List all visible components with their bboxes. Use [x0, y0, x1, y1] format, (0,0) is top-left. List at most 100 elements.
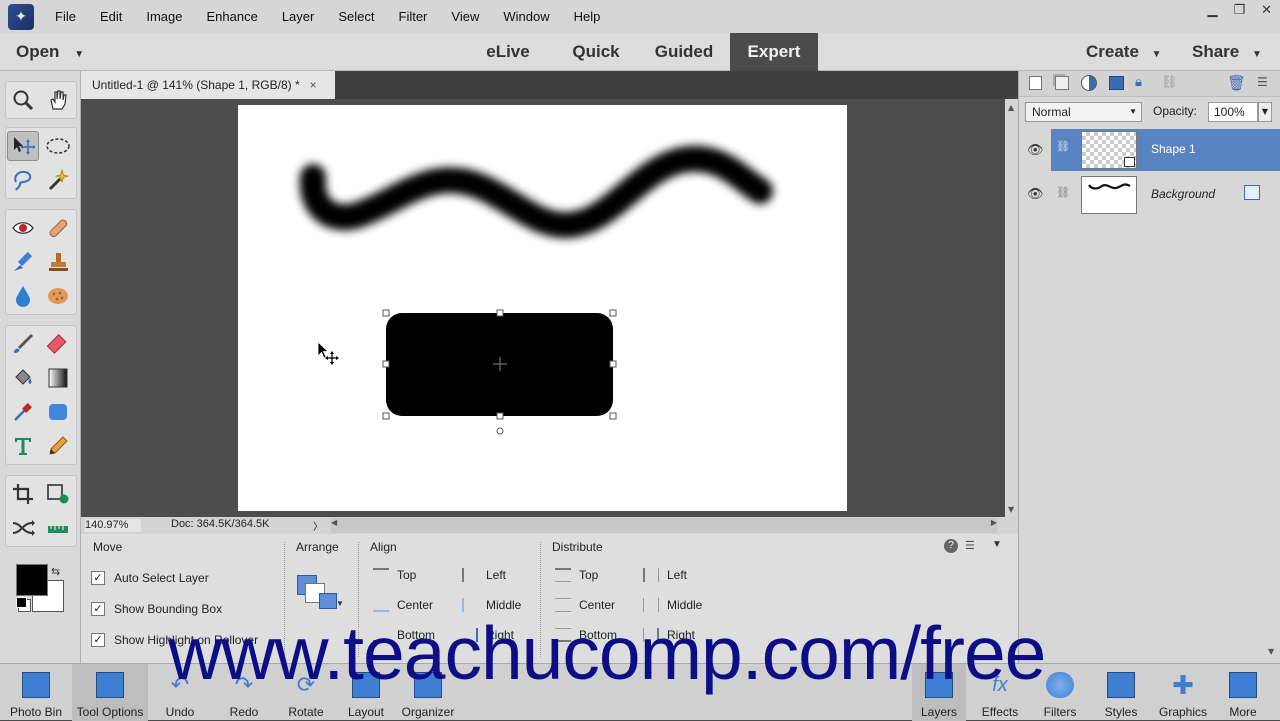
- document-canvas[interactable]: [238, 105, 847, 511]
- scroll-down-icon[interactable]: ▼: [1008, 505, 1014, 514]
- layer-visibility-eye-icon[interactable]: 👁︎: [1027, 187, 1044, 202]
- marquee-tool-icon[interactable]: [42, 131, 74, 161]
- arrange-dropdown[interactable]: ▼: [297, 573, 345, 613]
- menu-edit[interactable]: Edit: [89, 9, 135, 24]
- collapse-options-icon[interactable]: ▼: [992, 539, 1002, 550]
- tool-options-button[interactable]: Tool Options: [72, 664, 148, 721]
- close-tab-icon[interactable]: ×: [310, 78, 317, 92]
- healing-brush-tool-icon[interactable]: [42, 213, 74, 243]
- brush-tool-icon[interactable]: [7, 329, 39, 359]
- lasso-tool-icon[interactable]: [7, 165, 39, 195]
- distribute-center-button[interactable]: Center: [555, 598, 615, 612]
- menu-layer[interactable]: Layer: [271, 9, 328, 24]
- align-left-button[interactable]: Left: [462, 568, 506, 582]
- default-colors-icon[interactable]: [16, 597, 27, 608]
- eraser-tool-icon[interactable]: [42, 329, 74, 359]
- share-button[interactable]: Share ▼: [1192, 33, 1274, 71]
- layer-mask-icon[interactable]: [1109, 76, 1124, 90]
- status-expand-icon[interactable]: 〉: [313, 518, 323, 533]
- open-button[interactable]: Open ▼: [16, 33, 86, 71]
- document-tab[interactable]: Untitled-1 @ 141% (Shape 1, RGB/8) * ×: [81, 71, 335, 99]
- layer-visibility-eye-icon[interactable]: 👁︎: [1027, 143, 1044, 158]
- menu-select[interactable]: Select: [327, 9, 387, 24]
- tab-guided[interactable]: Guided: [650, 33, 718, 71]
- content-aware-move-tool-icon[interactable]: [7, 513, 39, 543]
- align-top-button[interactable]: Top: [373, 568, 416, 582]
- type-tool-icon[interactable]: [7, 431, 39, 461]
- brush-stroke-wave: [299, 145, 773, 238]
- recompose-tool-icon[interactable]: [42, 479, 74, 509]
- new-group-icon[interactable]: [1055, 76, 1069, 90]
- menu-enhance[interactable]: Enhance: [196, 9, 271, 24]
- layer-row-shape-1[interactable]: ⛓ Shape 1: [1051, 129, 1280, 171]
- help-icon[interactable]: ?: [944, 539, 958, 553]
- crop-tool-icon[interactable]: [7, 479, 39, 509]
- auto-select-layer-checkbox[interactable]: ✓: [91, 571, 105, 585]
- more-button[interactable]: More: [1218, 664, 1268, 721]
- close-window-button[interactable]: ✕: [1261, 3, 1272, 18]
- menu-window[interactable]: Window: [492, 9, 562, 24]
- horizontal-scrollbar[interactable]: ◀ ▶: [331, 518, 997, 533]
- tab-quick[interactable]: Quick: [564, 33, 628, 71]
- panel-scroll-down-icon[interactable]: ▼: [1268, 647, 1274, 656]
- menu-file[interactable]: File: [44, 9, 89, 24]
- open-dropdown-icon[interactable]: ▼: [74, 49, 84, 60]
- scroll-left-icon[interactable]: ◀: [331, 518, 337, 527]
- menu-help[interactable]: Help: [563, 9, 614, 24]
- magic-wand-tool-icon[interactable]: [42, 165, 74, 195]
- clone-stamp-tool-icon[interactable]: [42, 247, 74, 277]
- distribute-top-button[interactable]: Top: [555, 568, 598, 582]
- move-tool-icon[interactable]: [7, 131, 39, 161]
- gradient-tool-icon[interactable]: [42, 363, 74, 393]
- canvas-area[interactable]: [81, 99, 1005, 517]
- align-center-button[interactable]: Center: [373, 598, 433, 612]
- delete-layer-icon[interactable]: 🗑︎: [1227, 74, 1246, 92]
- align-middle-button[interactable]: Middle: [462, 598, 521, 612]
- eyedropper-tool-icon[interactable]: [7, 397, 39, 427]
- show-highlight-checkbox[interactable]: ✓: [91, 633, 105, 647]
- show-bounding-box-checkbox[interactable]: ✓: [91, 602, 105, 616]
- paint-bucket-tool-icon[interactable]: [7, 363, 39, 393]
- zoom-tool-icon[interactable]: [7, 85, 39, 115]
- straighten-tool-icon[interactable]: [42, 513, 74, 543]
- opacity-dropdown-icon[interactable]: ▼: [1258, 102, 1272, 122]
- red-eye-tool-icon[interactable]: [7, 213, 39, 243]
- distribute-left-button[interactable]: Left: [643, 568, 687, 582]
- layer-link-icon[interactable]: ⛓: [1056, 186, 1070, 199]
- shape-tool-icon[interactable]: [42, 397, 74, 427]
- blend-mode-dropdown[interactable]: Normal ▼: [1025, 102, 1142, 122]
- styles-button[interactable]: Styles: [1094, 664, 1148, 721]
- hand-tool-icon[interactable]: [42, 85, 74, 115]
- blur-tool-icon[interactable]: [7, 281, 39, 311]
- menu-filter[interactable]: Filter: [388, 9, 441, 24]
- foreground-color-swatch[interactable]: [16, 564, 48, 596]
- pencil-tool-icon[interactable]: [42, 431, 74, 461]
- new-layer-icon[interactable]: [1029, 76, 1042, 90]
- menu-view[interactable]: View: [440, 9, 492, 24]
- tab-expert[interactable]: Expert: [730, 33, 818, 71]
- swap-colors-icon[interactable]: ⇆: [51, 565, 60, 578]
- layer-link-icon[interactable]: ⛓: [1056, 140, 1070, 153]
- create-button[interactable]: Create ▼: [1086, 33, 1176, 71]
- lock-all-icon[interactable]: 🔒︎: [1135, 75, 1142, 90]
- opacity-input[interactable]: 100%: [1208, 102, 1258, 122]
- photo-bin-button[interactable]: Photo Bin: [4, 664, 68, 721]
- graphics-button[interactable]: ✚ Graphics: [1152, 664, 1214, 721]
- panel-menu-icon[interactable]: ☰: [1257, 75, 1268, 89]
- sponge-tool-icon[interactable]: [42, 281, 74, 311]
- restore-button[interactable]: ❐: [1233, 3, 1245, 18]
- scroll-right-icon[interactable]: ▶: [991, 518, 997, 527]
- tab-elive[interactable]: eLive: [478, 33, 538, 71]
- minimize-button[interactable]: ▁: [1207, 3, 1217, 18]
- zoom-level-field[interactable]: 140.97%: [85, 519, 141, 532]
- scroll-up-icon[interactable]: ▲: [1008, 103, 1014, 112]
- menu-image[interactable]: Image: [135, 9, 195, 24]
- background-lock-icon[interactable]: [1244, 185, 1260, 200]
- layer-row-background[interactable]: ⛓ Background: [1051, 173, 1280, 217]
- vertical-scrollbar[interactable]: ▲ ▼: [1005, 99, 1018, 517]
- distribute-middle-button[interactable]: Middle: [643, 598, 702, 612]
- options-menu-icon[interactable]: ☰: [965, 539, 975, 552]
- lock-transparent-icon[interactable]: ⛓: [1161, 75, 1178, 90]
- smart-brush-tool-icon[interactable]: [7, 247, 39, 277]
- adjustment-layer-icon[interactable]: [1081, 75, 1097, 91]
